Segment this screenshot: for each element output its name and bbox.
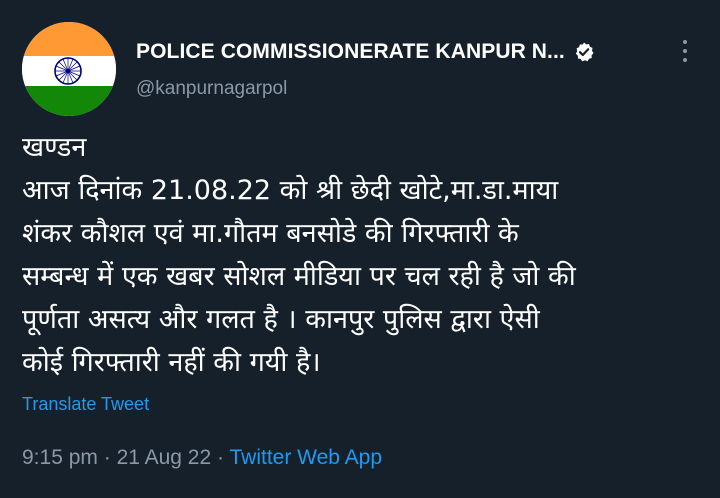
india-flag-icon bbox=[22, 22, 116, 116]
tweet-line: सम्बन्ध में एक खबर सोशल मीडिया पर चल रही… bbox=[22, 261, 576, 292]
tweet-line: पूर्णता असत्य और गलत है । कानपुर पुलिस द… bbox=[22, 304, 540, 335]
more-options-icon[interactable] bbox=[674, 38, 696, 64]
tweet-metadata: 9:15 pm · 21 Aug 22 · Twitter Web App bbox=[22, 446, 382, 470]
tweet-time[interactable]: 9:15 pm bbox=[22, 446, 98, 469]
more-dot bbox=[683, 40, 687, 44]
source-app-link[interactable]: Twitter Web App bbox=[229, 446, 382, 469]
tweet-text: खण्डन आज दिनांक 21.08.22 को श्री छेदी खो… bbox=[22, 126, 702, 384]
tweet-line: आज दिनांक 21.08.22 को श्री छेदी खोटे,मा.… bbox=[22, 175, 559, 206]
tweet-line: खण्डन bbox=[22, 132, 87, 163]
tweet-date[interactable]: 21 Aug 22 bbox=[117, 446, 212, 469]
tweet-line: कोई गिरफ्तारी नहीं की गयी है। bbox=[22, 347, 321, 378]
more-dot bbox=[683, 49, 687, 53]
translate-tweet-link[interactable]: Translate Tweet bbox=[22, 394, 149, 415]
account-handle[interactable]: @kanpurnagarpol bbox=[136, 78, 287, 100]
separator: · bbox=[217, 446, 225, 469]
author-name-row[interactable]: POLICE COMMISSIONERATE KANPUR N... bbox=[136, 40, 595, 64]
tweet-line: शंकर कौशल एवं मा.गौतम बनसोडे की गिरफ्तार… bbox=[22, 218, 519, 249]
separator: · bbox=[103, 446, 111, 469]
avatar[interactable] bbox=[22, 22, 116, 116]
display-name[interactable]: POLICE COMMISSIONERATE KANPUR N... bbox=[136, 40, 565, 64]
more-dot bbox=[683, 58, 687, 62]
verified-badge-icon bbox=[573, 41, 595, 63]
